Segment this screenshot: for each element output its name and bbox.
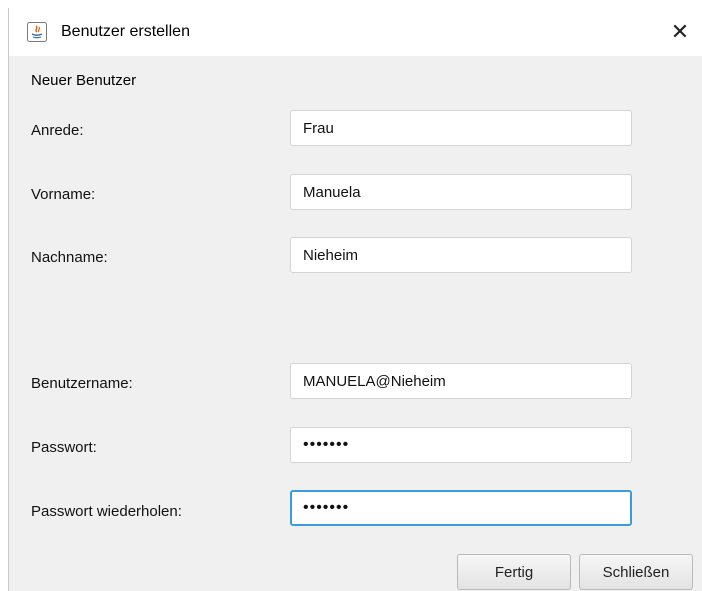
- last-name-input[interactable]: [290, 237, 632, 273]
- window-title: Benutzer erstellen: [61, 23, 190, 40]
- salutation-input[interactable]: [290, 110, 632, 146]
- close-button[interactable]: Schließen: [579, 554, 693, 590]
- salutation-label: Anrede:: [31, 122, 84, 139]
- dialog-window: Benutzer erstellen ✕ Neuer Benutzer Anre…: [8, 8, 702, 591]
- section-title: Neuer Benutzer: [31, 72, 137, 89]
- password-repeat-input[interactable]: [290, 490, 632, 526]
- java-icon: [27, 22, 47, 42]
- last-name-label: Nachname:: [31, 249, 108, 266]
- close-icon[interactable]: ✕: [657, 8, 702, 56]
- first-name-label: Vorname:: [31, 186, 96, 203]
- first-name-input[interactable]: [290, 174, 632, 210]
- title-bar[interactable]: Benutzer erstellen ✕: [9, 8, 702, 56]
- password-input[interactable]: [290, 427, 632, 463]
- password-repeat-label: Passwort wiederholen:: [31, 503, 182, 520]
- username-label: Benutzername:: [31, 375, 133, 392]
- username-input[interactable]: [290, 363, 632, 399]
- finish-button[interactable]: Fertig: [457, 554, 571, 590]
- password-label: Passwort:: [31, 439, 97, 456]
